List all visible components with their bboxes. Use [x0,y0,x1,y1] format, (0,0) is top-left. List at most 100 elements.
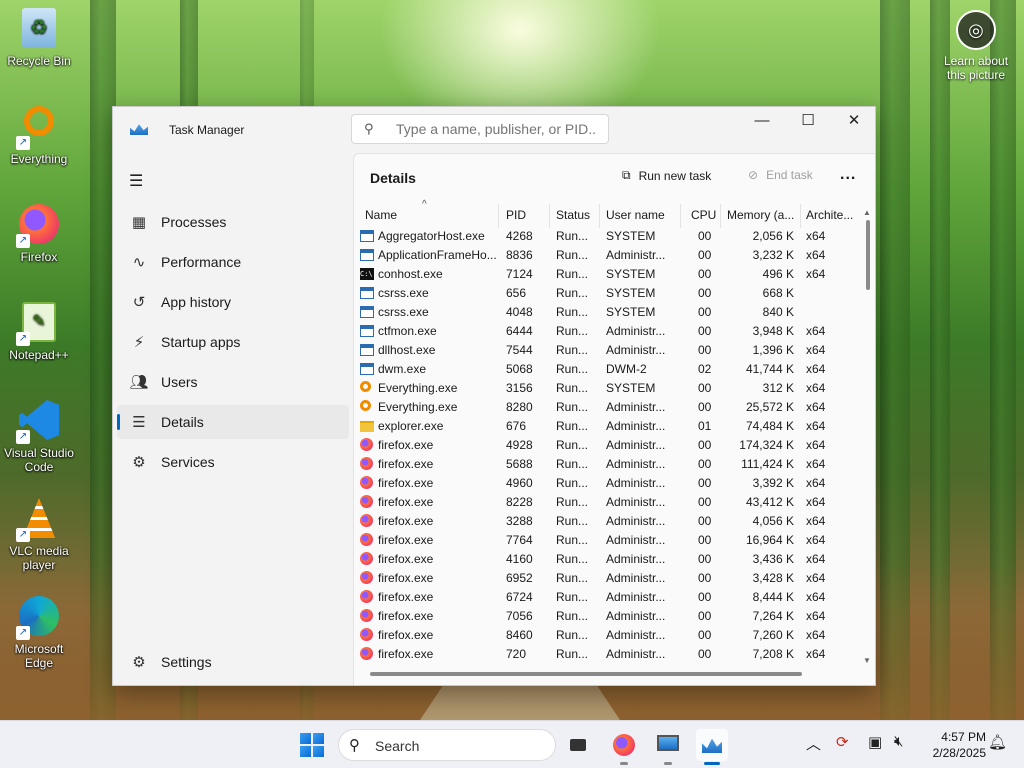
sidebar-item-startup-apps[interactable]: ⚡ Startup apps [117,325,349,359]
table-row[interactable]: Everything.exe 3156 Run... SYSTEM 00 312 Kx64 [354,379,862,398]
network-icon[interactable]: ▣ [868,733,882,751]
cell-name: csrss.exe [378,286,429,300]
shortcut-arrow-icon: ↗ [16,234,30,248]
table-row[interactable]: ApplicationFrameHo... 8836 Run... Administr… [354,246,862,265]
scroll-up-icon[interactable]: ▲ [863,208,871,217]
start-button[interactable] [300,733,324,757]
scroll-down-icon[interactable]: ▼ [863,656,871,665]
update-icon[interactable]: ⟳ [836,733,849,751]
clock-time: 4:57 PM [941,730,986,744]
table-row[interactable]: explorer.exe 676 Run... Administr... 01 74,48… [354,417,862,436]
more-options-button[interactable]: ... [840,166,856,184]
table-row[interactable]: dllhost.exe 7544 Run... Administr... 00 1,396… [354,341,862,360]
app-history-icon: ↺ [132,294,146,311]
taskbar-search[interactable]: ⚲ Search [338,729,556,761]
sidebar-item-settings[interactable]: ⚙ Settings [117,645,349,679]
clock[interactable]: 4:57 PM 2/28/2025 [916,729,986,761]
maximize-button[interactable]: ☐ [785,107,831,137]
taskbar-task-manager[interactable] [696,729,728,765]
desktop-icon-label: Notepad++ [9,348,69,362]
cell-status: Run... [556,647,589,661]
table-row[interactable]: firefox.exe 4960 Run... Administr... 00 3,392… [354,474,862,493]
sidebar-item-app-history[interactable]: ↺ App history [117,285,349,319]
table-row[interactable]: C:\ conhost.exe 7124 Run... SYSTEM 00 496 Kx64 [354,265,862,284]
column-header-pid[interactable]: PID [506,208,526,222]
horizontal-scrollbar[interactable] [370,672,802,676]
table-row[interactable]: AggregatorHost.exe 4268 Run... SYSTEM 00 2,05… [354,227,862,246]
cell-mem: 3,232 K [752,248,794,262]
column-header-memory[interactable]: Memory (a... [727,208,799,222]
desktop-icon-notepad-plus-plus[interactable]: ✎ ↗ Notepad++ [2,302,76,362]
cell-status: Run... [556,628,589,642]
desktop-icon-firefox[interactable]: ↗ Firefox [2,204,76,264]
cell-user: Administr... [606,514,666,528]
cell-name: dwm.exe [378,362,427,376]
taskbar-firefox[interactable] [608,729,640,765]
vertical-scrollbar[interactable]: ▲ ▼ [862,208,876,668]
desktop-icon-vlc[interactable]: ↗ VLC media player [2,498,76,572]
scroll-thumb[interactable] [866,220,870,290]
column-header-status[interactable]: Status [556,208,590,222]
title-bar[interactable]: Task Manager ⚲ — ☐ ✕ [113,107,875,151]
task-view-button[interactable] [562,729,594,761]
cell-status: Run... [556,419,589,433]
cell-status: Run... [556,552,589,566]
column-header-architecture[interactable]: Archite... [806,208,862,222]
notification-bell-icon[interactable]: 🔔︎ [988,733,1007,751]
cell-name: Everything.exe [378,400,458,414]
close-button[interactable]: ✕ [831,107,877,137]
vscode-icon: ↗ [16,400,60,444]
cell-mem: 496 K [762,267,794,281]
table-row[interactable]: firefox.exe 4928 Run... Administr... 00 174,3… [354,436,862,455]
recycle-bin-icon: ♻ [18,8,60,50]
search-box[interactable]: ⚲ [351,114,609,144]
sidebar-item-label: Details [161,414,204,430]
taskbar-remote-desktop[interactable] [652,729,684,765]
desktop-icon-label: Microsoft Edge [14,642,64,670]
table-row[interactable]: firefox.exe 4160 Run... Administr... 00 3,436… [354,550,862,569]
table-row[interactable]: firefox.exe 8228 Run... Administr... 00 43,41… [354,493,862,512]
table-row[interactable]: firefox.exe 7056 Run... Administr... 00 7,264… [354,607,862,626]
volume-mute-icon[interactable]: 🔇︎ [894,733,903,750]
cell-user: Administr... [606,647,666,661]
hamburger-menu-icon[interactable]: ☰ [129,171,143,191]
table-row[interactable]: csrss.exe 656 Run... SYSTEM 00 668 K [354,284,862,303]
table-row[interactable]: firefox.exe 7764 Run... Administr... 00 16,96… [354,531,862,550]
column-header-name[interactable]: Name [365,208,397,222]
table-row[interactable]: firefox.exe 6952 Run... Administr... 00 3,428… [354,569,862,588]
sidebar-item-label: Settings [161,654,212,670]
sidebar-item-details[interactable]: ☰ Details [117,405,349,439]
cell-mem: 43,412 K [745,495,794,509]
search-icon: ⚲ [364,121,374,136]
table-row[interactable]: firefox.exe 8460 Run... Administr... 00 7,260… [354,626,862,645]
task-view-icon [570,739,586,751]
table-row[interactable]: Everything.exe 8280 Run... Administr... 00 25… [354,398,862,417]
desktop-icon-edge[interactable]: ↗ Microsoft Edge [2,596,76,670]
sidebar-item-performance[interactable]: ∿ Performance [117,245,349,279]
table-row[interactable]: firefox.exe 6724 Run... Administr... 00 8,444… [354,588,862,607]
sidebar-item-users[interactable]: 👥︎ Users [117,365,349,399]
table-row[interactable]: firefox.exe 720 Run... Administr... 00 7,208 … [354,645,862,664]
sidebar-item-processes[interactable]: ▦ Processes [117,205,349,239]
desktop-icon-vscode[interactable]: ↗ Visual Studio Code [2,400,76,474]
table-row[interactable]: firefox.exe 3288 Run... Administr... 00 4,056… [354,512,862,531]
chevron-up-icon[interactable]: ︿ [806,733,821,754]
sidebar-item-services[interactable]: ⚙ Services [117,445,349,479]
column-header-user[interactable]: User name [606,208,665,222]
search-input[interactable] [396,121,596,137]
process-table: AggregatorHost.exe 4268 Run... SYSTEM 00 2,05… [354,227,862,667]
table-row[interactable]: csrss.exe 4048 Run... SYSTEM 00 840 K [354,303,862,322]
table-row[interactable]: firefox.exe 5688 Run... Administr... 00 111,4… [354,455,862,474]
desktop-icon-recycle-bin[interactable]: ♻ Recycle Bin [2,8,76,68]
cell-user: Administr... [606,324,666,338]
column-header-cpu[interactable]: CPU [691,208,716,222]
table-row[interactable]: ctfmon.exe 6444 Run... Administr... 00 3,948 … [354,322,862,341]
minimize-button[interactable]: — [739,107,785,137]
cell-status: Run... [556,400,589,414]
end-task-button[interactable]: ⊘ End task [748,168,813,182]
learn-about-picture[interactable]: ◎ Learn about this picture [936,10,1016,82]
run-new-task-button[interactable]: ⧉ Run new task [622,168,711,183]
cell-arch: x64 [806,495,826,509]
table-row[interactable]: dwm.exe 5068 Run... DWM-2 02 41,744 Kx64 [354,360,862,379]
desktop-icon-everything-search[interactable]: ↗ Everything [2,106,76,166]
